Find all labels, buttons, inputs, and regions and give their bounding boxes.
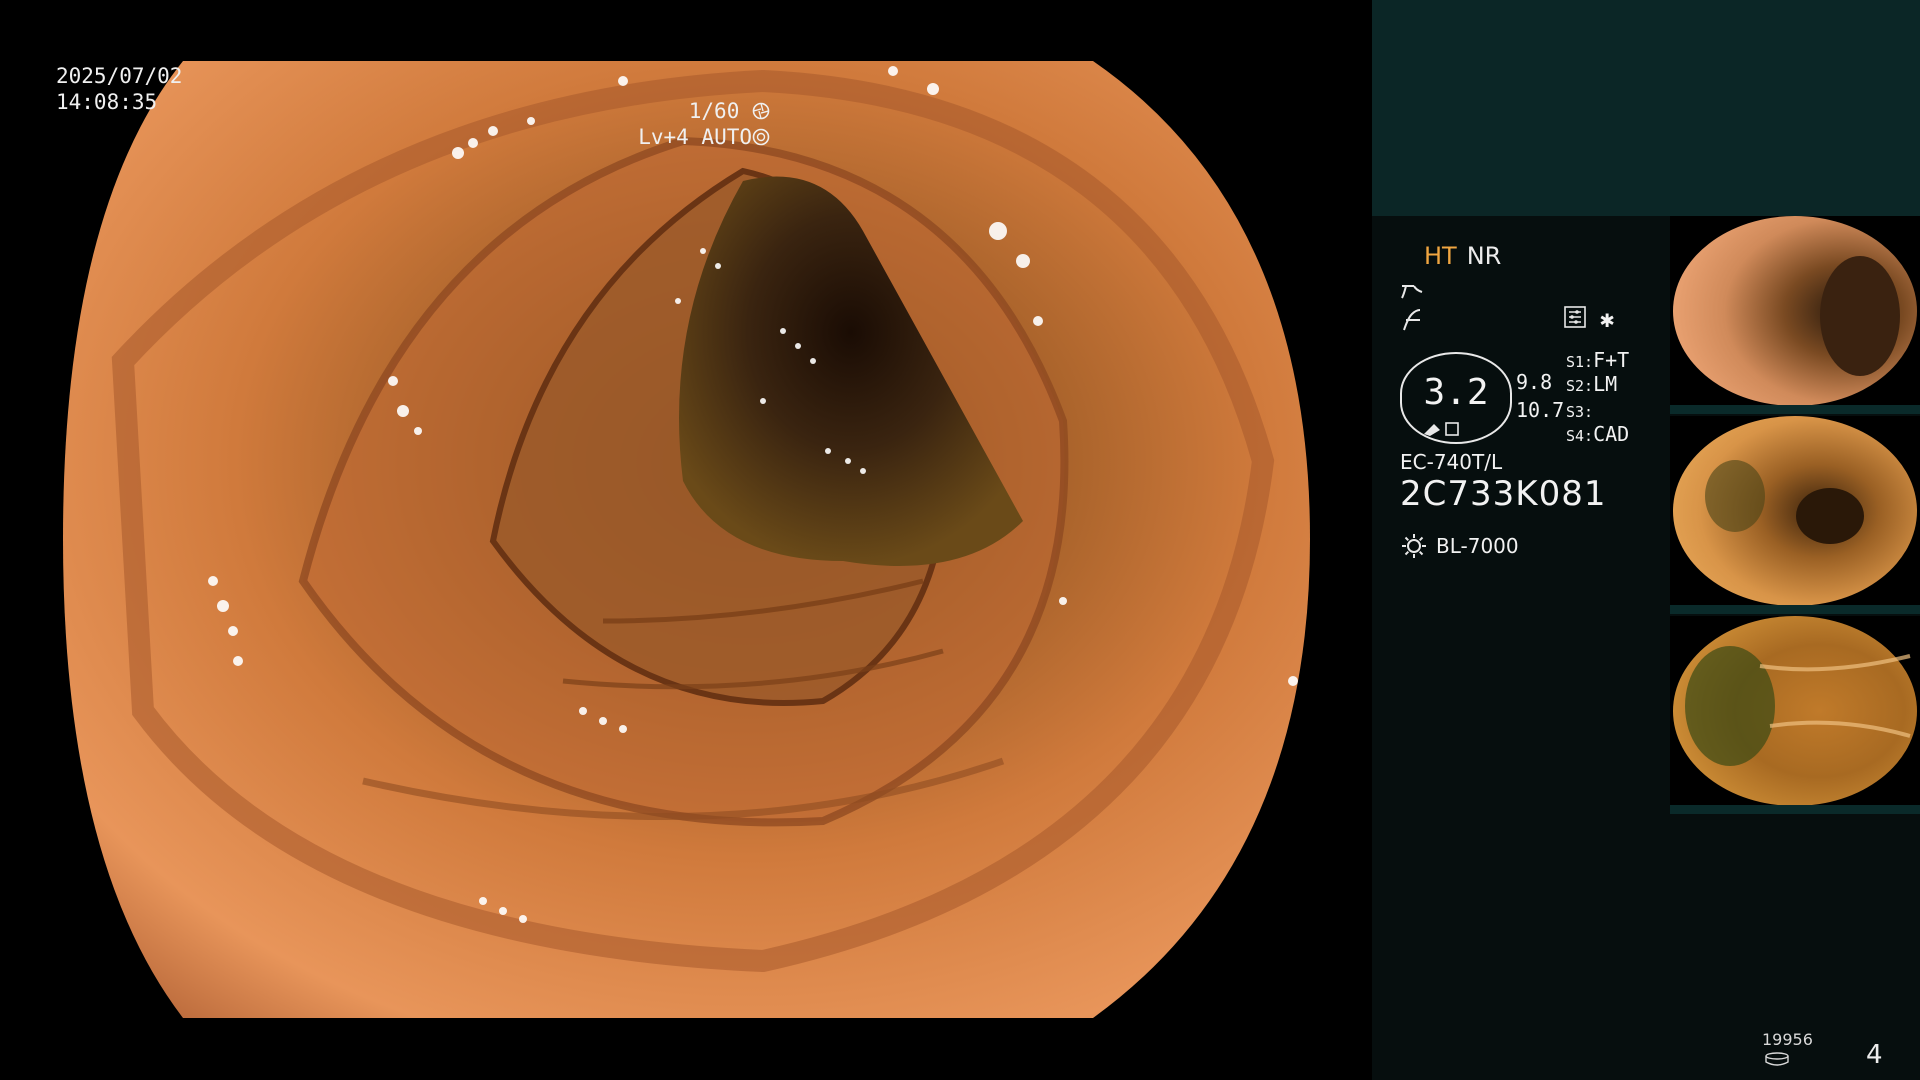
image-mode: HT NR	[1424, 242, 1501, 270]
mode-nr-label: NR	[1466, 242, 1502, 270]
edge-enhance-icon	[1401, 285, 1423, 299]
settings-list-icon	[1564, 306, 1586, 328]
scale-bottom: 10.7	[1516, 398, 1565, 422]
contrast-icon	[1403, 309, 1421, 331]
image-counter: 19956	[1762, 1030, 1813, 1049]
date-time-display: 2025/07/02 14:08:35	[56, 63, 182, 115]
endoscope-main-view: 2025/07/02 14:08:35 1/60 Lv+4 AUTO	[0, 0, 1372, 1080]
asterisk-icon: ✱	[1600, 305, 1615, 333]
switch-row: S3:	[1566, 403, 1594, 421]
zoom-indicator: 3.2	[1400, 352, 1512, 444]
thumbnail[interactable]	[1670, 216, 1920, 414]
side-panel-header-area	[1372, 0, 1920, 216]
scope-serial: 2C733K081	[1400, 474, 1607, 514]
iris-icon	[752, 128, 770, 146]
light-source-icon	[1402, 534, 1426, 558]
aperture-icon	[752, 102, 770, 120]
thumbnail-info-bar	[1670, 605, 1920, 614]
thumbnail-image	[1673, 216, 1917, 406]
exam-time: 14:08:35	[56, 90, 158, 114]
brightness-level: Lv+4	[638, 125, 689, 149]
thumbnail-info-bar	[1670, 805, 1920, 814]
mode-ht-label: HT	[1424, 242, 1457, 270]
exposure-settings: 1/60 Lv+4 AUTO	[638, 98, 770, 150]
switch-row: S2:LM	[1566, 372, 1618, 396]
scale-top: 9.8	[1516, 370, 1553, 394]
light-source-model: BL-7000	[1436, 534, 1519, 558]
iris-mode: AUTO	[701, 125, 752, 149]
switch-row: S4:CAD	[1566, 422, 1630, 446]
switch-row: S1:F+T	[1566, 348, 1630, 372]
zoom-value: 3.2	[1423, 372, 1489, 413]
storage-icon	[1765, 1052, 1789, 1066]
light-source-info: BL-7000	[1400, 532, 1519, 560]
page-number: 4	[1866, 1040, 1883, 1070]
zoom-marker-icon	[1424, 422, 1459, 436]
exam-date: 2025/07/02	[56, 64, 183, 88]
shutter-speed: 1/60	[688, 99, 740, 123]
thumbnail-image	[1673, 416, 1917, 606]
endoscopic-image	[63, 61, 1310, 1018]
thumbnail[interactable]	[1670, 416, 1920, 614]
scope-model: EC-740T/L	[1400, 450, 1503, 474]
thumbnail-image	[1673, 616, 1917, 806]
thumbnail[interactable]	[1670, 616, 1920, 814]
thumbnail-info-bar	[1670, 405, 1920, 414]
